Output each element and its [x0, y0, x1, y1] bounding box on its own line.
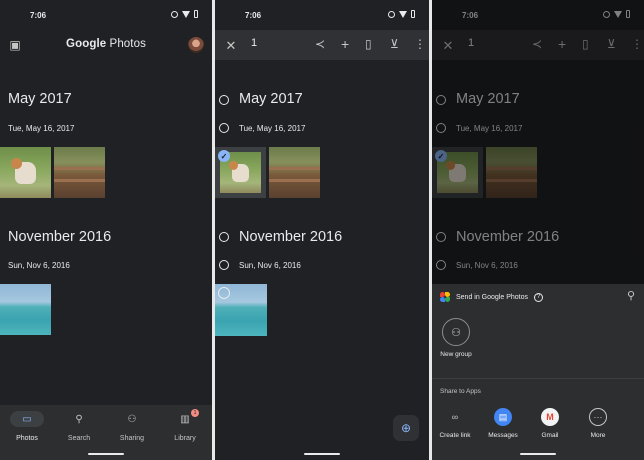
- nav-photos-label: Photos: [16, 435, 38, 442]
- selection-screen: 7:06 ✕ 1 ≺ + ▯ ⊻ ⋮ May 2017 Tue, May 16,…: [215, 0, 429, 460]
- app-bar: ▣ Google Photos: [0, 30, 212, 60]
- section-day: Tue, May 16, 2017: [239, 124, 306, 133]
- search-icon[interactable]: ⚲: [627, 291, 635, 302]
- check-icon: ✓: [218, 150, 230, 162]
- nav-library-label: Library: [174, 435, 196, 442]
- section-month: May 2017: [239, 91, 303, 107]
- google-photos-logo-icon: [440, 292, 450, 302]
- gmail-label: Gmail: [541, 432, 559, 439]
- share-bottom-sheet: Send in Google Photos ? ⚲ ⚇ New group Sh…: [432, 284, 644, 460]
- share-icon[interactable]: ≺: [315, 38, 325, 50]
- nav-library[interactable]: ▥ 1 Library: [165, 409, 205, 442]
- gesture-bar: [88, 453, 124, 455]
- trash-icon[interactable]: ▯: [365, 38, 372, 50]
- more-apps-button[interactable]: ⋯ More: [578, 408, 618, 439]
- close-icon[interactable]: ✕: [224, 38, 238, 52]
- share-sheet-screen: 7:06 ✕ 1 ≺ + ▯ ⊻ ⋮ May 2017 Tue, May 16,…: [432, 0, 644, 460]
- new-group-button[interactable]: ⚇: [442, 318, 470, 346]
- app-title-google: Google: [66, 38, 107, 50]
- status-bar: 7:06: [215, 0, 429, 30]
- photo-dog-selected[interactable]: ✓: [215, 147, 266, 198]
- select-month-radio[interactable]: [219, 95, 229, 105]
- messages-icon: ▤: [494, 408, 512, 426]
- send-title: Send in Google Photos: [456, 293, 528, 301]
- wifi-icon: [399, 10, 407, 18]
- group-add-icon: ⚇: [451, 326, 461, 339]
- gesture-bar: [520, 453, 556, 455]
- app-title: Google Photos: [0, 38, 212, 50]
- library-icon: ▥ 1: [165, 409, 205, 427]
- section-day: Sun, Nov 6, 2016: [8, 261, 70, 270]
- messages-button[interactable]: ▤ Messages: [483, 408, 523, 439]
- wifi-icon: [182, 10, 190, 18]
- send-header: Send in Google Photos ?: [440, 292, 543, 302]
- photo-fence[interactable]: [269, 147, 320, 198]
- select-day-radio[interactable]: [219, 260, 229, 270]
- dnd-icon: [171, 10, 178, 18]
- nav-search[interactable]: ⚲ Search: [59, 411, 99, 443]
- bottom-navigation: ▭ Photos ⚲ Search ⚇ Sharing ▥ 1 Library: [0, 405, 212, 460]
- avatar[interactable]: [188, 37, 204, 53]
- search-icon: ⚲: [75, 413, 83, 425]
- library-badge: 1: [191, 409, 199, 417]
- new-group-label: New group: [440, 351, 472, 358]
- nav-photos[interactable]: ▭ Photos: [7, 411, 47, 442]
- section-month: November 2016: [8, 229, 112, 245]
- status-bar: 7:06: [0, 0, 212, 30]
- select-month-radio[interactable]: [219, 232, 229, 242]
- help-icon[interactable]: ?: [534, 292, 543, 302]
- nav-search-label: Search: [67, 435, 91, 442]
- select-photo-radio[interactable]: [218, 287, 230, 299]
- more-label: More: [590, 432, 606, 439]
- section-day: Tue, May 16, 2017: [8, 124, 75, 133]
- people-icon: ⚇: [127, 413, 137, 425]
- scrim[interactable]: [432, 0, 644, 284]
- photo-dog[interactable]: [0, 147, 51, 198]
- more-vert-icon[interactable]: ⋮: [414, 38, 426, 50]
- gmail-icon: M: [541, 408, 559, 426]
- battery-icon: [194, 10, 198, 18]
- photo-sea[interactable]: [215, 284, 267, 336]
- photo-fence[interactable]: [54, 147, 105, 198]
- battery-icon: [411, 10, 415, 18]
- gmail-button[interactable]: M Gmail: [530, 408, 570, 439]
- add-icon[interactable]: +: [341, 37, 349, 51]
- create-link-button[interactable]: ∞ Create link: [435, 408, 475, 439]
- zoom-button[interactable]: ⊕: [393, 415, 419, 441]
- status-time: 7:06: [30, 11, 47, 20]
- section-month: May 2017: [8, 91, 72, 107]
- app-title-photos: Photos: [106, 38, 146, 50]
- link-icon: ∞: [451, 412, 459, 422]
- select-day-radio[interactable]: [219, 123, 229, 133]
- create-link-label: Create link: [439, 432, 471, 439]
- gesture-bar: [304, 453, 340, 455]
- section-month: November 2016: [239, 229, 343, 245]
- share-to-apps-title: Share to Apps: [440, 388, 481, 395]
- section-day: Sun, Nov 6, 2016: [239, 261, 301, 270]
- zoom-icon: ⊕: [400, 421, 412, 435]
- status-time: 7:06: [245, 11, 262, 20]
- messages-label: Messages: [488, 432, 518, 439]
- photo-icon: ▭: [10, 411, 44, 427]
- photo-sea[interactable]: [0, 284, 51, 335]
- nav-sharing-label: Sharing: [119, 435, 145, 442]
- selection-app-bar: ✕ 1 ≺ + ▯ ⊻ ⋮: [215, 30, 429, 60]
- nav-sharing[interactable]: ⚇ Sharing: [112, 411, 152, 443]
- photos-main-screen: 7:06 ▣ Google Photos May 2017 Tue, May 1…: [0, 0, 212, 460]
- dnd-icon: [388, 10, 395, 18]
- cart-icon[interactable]: ⊻: [390, 38, 399, 50]
- selected-count: 1: [251, 37, 258, 49]
- more-icon: ⋯: [589, 408, 607, 426]
- divider: [432, 378, 644, 379]
